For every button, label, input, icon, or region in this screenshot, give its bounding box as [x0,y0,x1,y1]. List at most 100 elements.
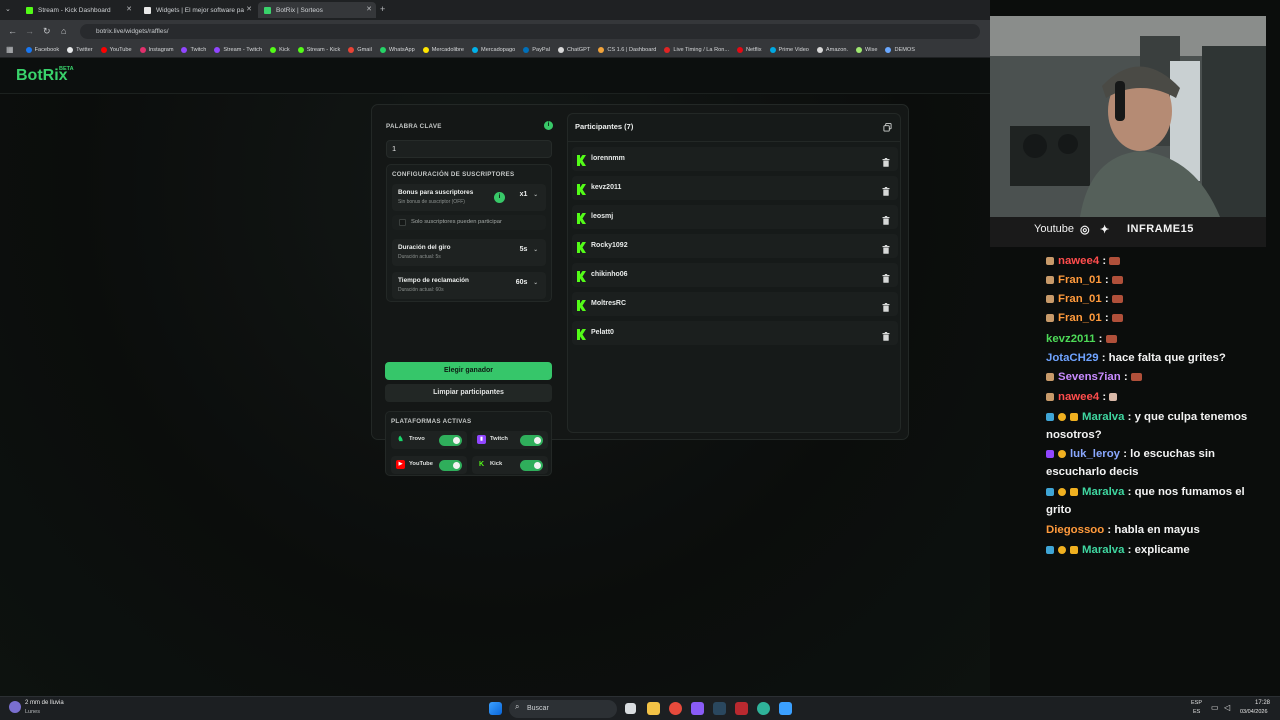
windows-start-icon[interactable] [489,702,502,715]
bookmark-icon [816,46,823,53]
taskbar-search[interactable]: Buscar [509,700,617,718]
bookmark-item[interactable]: YouTube [97,46,136,53]
crown-badge-icon [1070,546,1078,554]
discord-icon[interactable] [691,702,704,715]
claim-time-select[interactable]: 60s ⌄ [516,279,538,286]
info-icon[interactable]: i [544,121,553,130]
home-icon[interactable]: ⌂ [61,26,66,36]
platform-twitch: ▮ Twitch [472,431,548,449]
chat-message: JotaCH29 : hace falta que grites? [1046,350,1226,368]
emote-icon [1111,295,1123,303]
chat-message: Maralva : que nos fumamos el grito [1046,484,1262,519]
only-subs-label: Solo suscriptores pueden participar [411,219,502,225]
bookmark-item[interactable]: Facebook [22,46,64,53]
chevron-down-icon: ⌄ [533,280,538,286]
tab-botrix-sorteos[interactable]: BotRix | Sorteos ✕ [258,2,376,18]
volume-icon[interactable]: ◁ [1224,703,1230,712]
clear-participants-button[interactable]: Limpiar participantes [385,384,552,402]
bookmark-item[interactable]: Stream - Kick [294,46,345,53]
bookmark-item[interactable]: DEMOS [881,46,919,53]
trash-icon[interactable] [882,328,890,341]
chat-message: nawee4 : [1046,389,1121,407]
trash-icon[interactable] [882,299,890,312]
reload-icon[interactable]: ↻ [43,26,51,37]
chat-separator: : [1124,544,1135,556]
twitch-icon: ▮ [477,435,486,444]
network-icon[interactable]: ▭ [1211,703,1219,712]
bookmark-item[interactable]: Wise [852,46,881,53]
participant-name: chikinho06 [591,271,628,278]
chevron-down-icon: ⌄ [533,192,538,198]
claim-time-row: Tiempo de reclamación Duración actual: 6… [392,272,546,299]
bookmark-item[interactable]: Prime Video [766,46,813,53]
task-view-icon[interactable] [625,703,636,714]
back-icon[interactable]: ← [8,26,17,36]
bookmark-item[interactable]: WhatsApp [376,46,419,53]
apps-icon[interactable]: ▦ [4,45,22,54]
app-icon[interactable] [735,702,748,715]
twitch-toggle[interactable] [520,435,543,446]
trovo-toggle[interactable] [439,435,462,446]
info-icon[interactable]: i [494,192,505,203]
close-icon[interactable]: ✕ [366,5,372,13]
tab-kick-dashboard[interactable]: Stream - Kick Dashboard ✕ [20,2,136,18]
bookmark-item[interactable]: CS 1.6 | Dashboard [594,46,660,53]
bookmark-item[interactable]: Twitch [177,46,210,53]
bookmark-item[interactable]: Netflix [733,46,766,53]
bookmark-item[interactable]: Instagram [136,46,178,53]
spin-duration-select[interactable]: 5s ⌄ [520,246,538,253]
bookmark-item[interactable]: PayPal [519,46,554,53]
chat-message: Fran_01 : [1046,291,1127,309]
trash-icon[interactable] [882,183,890,196]
file-explorer-icon[interactable] [647,702,660,715]
bookmark-item[interactable]: Twitter [63,46,96,53]
chrome-icon[interactable] [669,702,682,715]
bookmark-icon [25,46,32,53]
notepad-icon[interactable] [779,702,792,715]
platform-name: Twitch [490,436,508,442]
crown-badge-icon [1070,488,1078,496]
pick-winner-button[interactable]: Elegir ganador [385,362,552,380]
close-icon[interactable]: ✕ [246,5,252,13]
bonus-select[interactable]: x1 ⌄ [520,191,538,198]
copy-icon[interactable] [883,123,892,132]
bookmark-item[interactable]: ChatGPT [554,46,594,53]
emote-icon [1111,314,1123,322]
steam-icon[interactable] [713,702,726,715]
language-top[interactable]: ESP [1191,700,1202,706]
trash-icon[interactable] [882,241,890,254]
bookmark-item[interactable]: Live Timing / La Ron... [660,46,733,53]
edge-icon[interactable] [757,702,770,715]
forward-icon[interactable]: → [25,26,34,36]
bookmark-item[interactable]: Amazon. [813,46,852,53]
bookmark-item[interactable]: Gmail [344,46,376,53]
only-subs-checkbox[interactable] [399,219,406,226]
chat-separator: : [1120,371,1131,383]
spin-subtitle: Duración actual: 5s [398,254,441,260]
weather-icon[interactable] [9,701,21,713]
site-header: BotRix BETA [0,58,990,94]
participant-name: Pelatt0 [591,329,614,336]
new-tab-icon[interactable]: + [380,4,385,14]
bookmark-item[interactable]: Mercadolibre [419,46,468,53]
youtube-toggle[interactable] [439,460,462,471]
participants-title: Participantes (7) [575,122,634,131]
kick-toggle[interactable] [520,460,543,471]
bookmark-item[interactable]: Kick [266,46,294,53]
clock-time[interactable]: 17:28 [1255,700,1270,706]
spin-title: Duración del giro [398,244,451,251]
keyword-input[interactable]: 1 [386,140,552,158]
chat-separator: : [1095,333,1106,345]
trash-icon[interactable] [882,212,890,225]
close-icon[interactable]: ✕ [126,5,132,13]
bookmark-item[interactable]: Mercadopago [468,46,519,53]
bookmark-item[interactable]: Stream - Twitch [210,46,266,53]
weather-text[interactable]: 2 mm de lluvia [25,700,64,706]
address-bar[interactable]: botrix.live/widgets/raffles/ [80,24,980,39]
chevron-down-icon: ⌄ [533,247,538,253]
trash-icon[interactable] [882,270,890,283]
only-subs-checkbox-row[interactable]: Solo suscriptores pueden participar [392,215,546,230]
trash-icon[interactable] [882,154,890,167]
tab-list-icon[interactable]: ⌄ [5,5,11,13]
tab-widgets[interactable]: Widgets | El mejor software pa ✕ [138,2,256,18]
